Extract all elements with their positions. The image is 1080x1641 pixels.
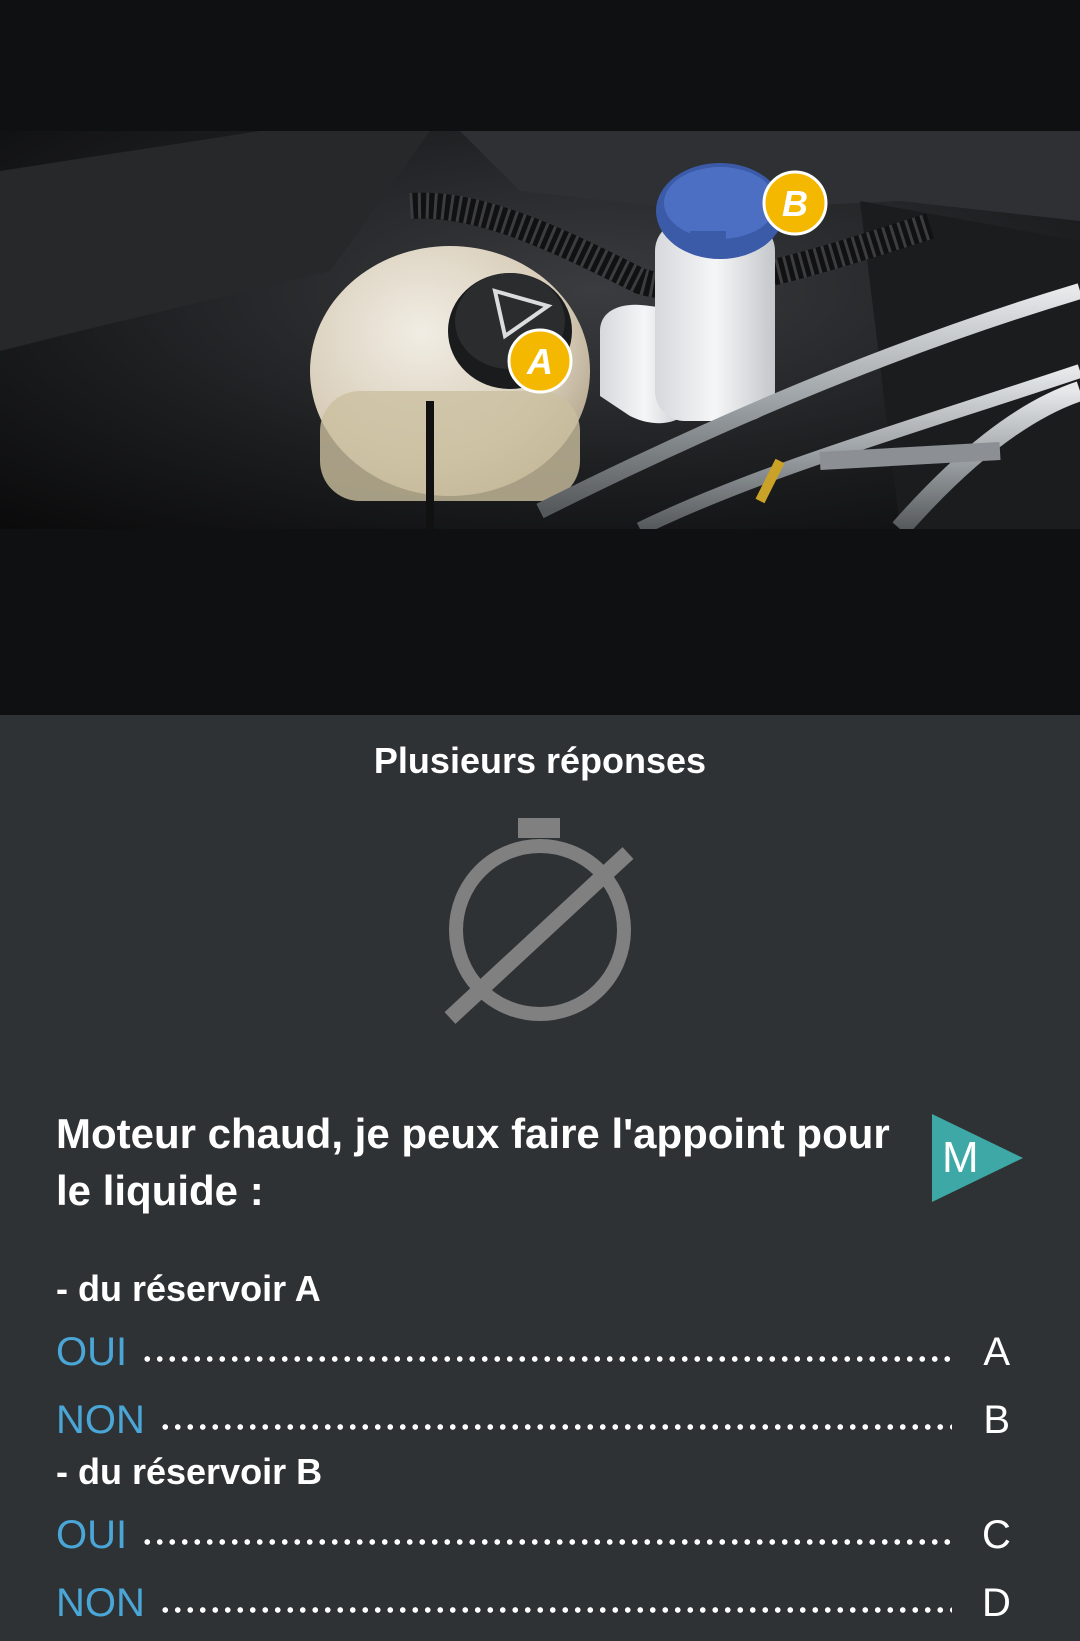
answer-label: OUI — [56, 1512, 128, 1557]
app-screen: A B Plusieurs réponses Moteur chaud, je … — [0, 0, 1080, 1641]
question-text: Moteur chaud, je peux faire l'appoint po… — [56, 1110, 890, 1214]
play-button-letter: M — [942, 1133, 979, 1182]
badge-a: A — [507, 328, 573, 394]
svg-text:A: A — [526, 341, 553, 382]
answer-key: B — [983, 1397, 1010, 1442]
answer-option-d[interactable]: NON D — [56, 1577, 1011, 1629]
answer-label: NON — [56, 1397, 145, 1442]
section-label-reservoir-b: - du réservoir B — [56, 1451, 323, 1492]
badge-b: B — [762, 170, 828, 236]
answer-option-c[interactable]: OUI C — [56, 1509, 1011, 1561]
answer-mode-title: Plusieurs réponses — [373, 740, 707, 781]
dot-leader — [158, 1606, 952, 1614]
answer-label: OUI — [56, 1329, 128, 1374]
dot-leader — [141, 1538, 952, 1546]
section-label-reservoir-a: - du réservoir A — [56, 1268, 321, 1309]
answer-option-b[interactable]: NON B — [56, 1394, 1010, 1446]
dot-leader — [141, 1355, 952, 1363]
answer-key: D — [982, 1580, 1011, 1625]
answer-label: NON — [56, 1580, 145, 1625]
play-audio-button[interactable]: M — [930, 1112, 1025, 1207]
answer-key: A — [983, 1329, 1010, 1374]
answer-option-a[interactable]: OUI A — [56, 1326, 1010, 1378]
svg-text:B: B — [782, 183, 808, 224]
answer-key: C — [982, 1512, 1011, 1557]
question-photo: A B — [0, 131, 1080, 529]
dot-leader — [158, 1423, 952, 1431]
question-panel: Plusieurs réponses Moteur chaud, je peux… — [0, 715, 1080, 1641]
timer-off-icon — [440, 818, 640, 1028]
